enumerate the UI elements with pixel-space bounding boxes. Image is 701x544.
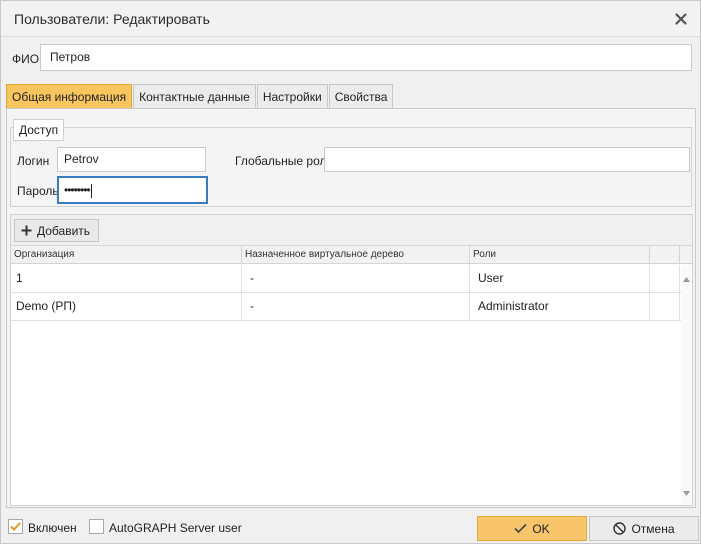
dialog-footer: Включен AutoGRAPH Server user OK Отмена [1, 513, 700, 543]
tab-panel-general-info: Доступ Логин Petrov Пароль •••••••• Глоб… [6, 108, 696, 508]
organizations-grid: Добавить Организация Назначенное виртуал… [10, 214, 693, 506]
fio-label: ФИО [12, 52, 40, 66]
scroll-up-icon[interactable] [683, 271, 690, 285]
fio-input[interactable]: Петров [40, 44, 692, 71]
server-user-label: AutoGRAPH Server user [109, 521, 242, 535]
column-header-roles[interactable]: Роли [470, 246, 650, 264]
cell-roles: User [470, 265, 650, 292]
server-user-checkbox[interactable] [89, 519, 104, 534]
checkmark-icon [514, 523, 527, 534]
title-bar: Пользователи: Редактировать [1, 1, 700, 37]
cell-virtual-tree: - [242, 265, 470, 292]
scroll-down-icon[interactable] [683, 485, 690, 499]
close-icon[interactable] [672, 10, 690, 28]
grid-header: Организация Назначенное виртуальное дере… [11, 246, 692, 264]
cancel-button-label: Отмена [631, 521, 675, 536]
grid-toolbar: Добавить [11, 215, 692, 246]
text-cursor [90, 183, 92, 198]
column-header-virtual-tree[interactable]: Назначенное виртуальное дерево [242, 246, 470, 264]
access-legend: Доступ [13, 119, 65, 141]
ok-button-label: OK [532, 521, 550, 536]
global-roles-input[interactable] [324, 147, 690, 172]
column-header-organization[interactable]: Организация [11, 246, 242, 264]
column-header-extra [650, 246, 680, 264]
cell-organization: 1 [11, 265, 242, 292]
add-button[interactable]: Добавить [14, 219, 100, 242]
password-input[interactable]: •••••••• [57, 176, 208, 204]
cell-organization: Demo (РП) [11, 293, 242, 320]
fio-value: Петров [50, 50, 91, 64]
tab-bar: Общая информация Контактные данные Настр… [6, 84, 394, 109]
plus-icon [21, 225, 32, 236]
table-row[interactable]: 1 - User [11, 265, 681, 293]
table-row[interactable]: Demo (РП) - Administrator [11, 293, 681, 321]
tab-settings[interactable]: Настройки [256, 84, 328, 109]
edit-user-dialog: Пользователи: Редактировать ФИО Петров О… [0, 0, 701, 544]
add-button-label: Добавить [37, 223, 91, 238]
cell-extra [650, 293, 680, 320]
window-title: Пользователи: Редактировать [14, 11, 210, 27]
checkmark-icon [10, 522, 21, 531]
password-value: •••••••• [64, 183, 91, 197]
cell-virtual-tree: - [242, 293, 470, 320]
cell-roles: Administrator [470, 293, 650, 320]
access-fieldset: Логин Petrov Пароль •••••••• Глобальные … [10, 127, 692, 207]
cell-extra [650, 265, 680, 292]
ok-button[interactable]: OK [477, 516, 587, 541]
cancel-icon [613, 522, 627, 535]
enabled-checkbox[interactable] [8, 519, 23, 534]
tab-contact-data[interactable]: Контактные данные [133, 84, 256, 109]
cancel-button[interactable]: Отмена [589, 516, 699, 541]
login-label: Логин [17, 154, 50, 168]
login-input[interactable]: Petrov [57, 147, 206, 172]
login-value: Petrov [64, 152, 99, 166]
global-roles-label: Глобальные роли [235, 154, 334, 168]
password-label: Пароль [17, 184, 59, 198]
grid-scrollbar[interactable] [681, 265, 692, 505]
tab-general-info[interactable]: Общая информация [6, 84, 133, 109]
enabled-label: Включен [28, 521, 77, 535]
tab-properties[interactable]: Свойства [328, 84, 394, 109]
